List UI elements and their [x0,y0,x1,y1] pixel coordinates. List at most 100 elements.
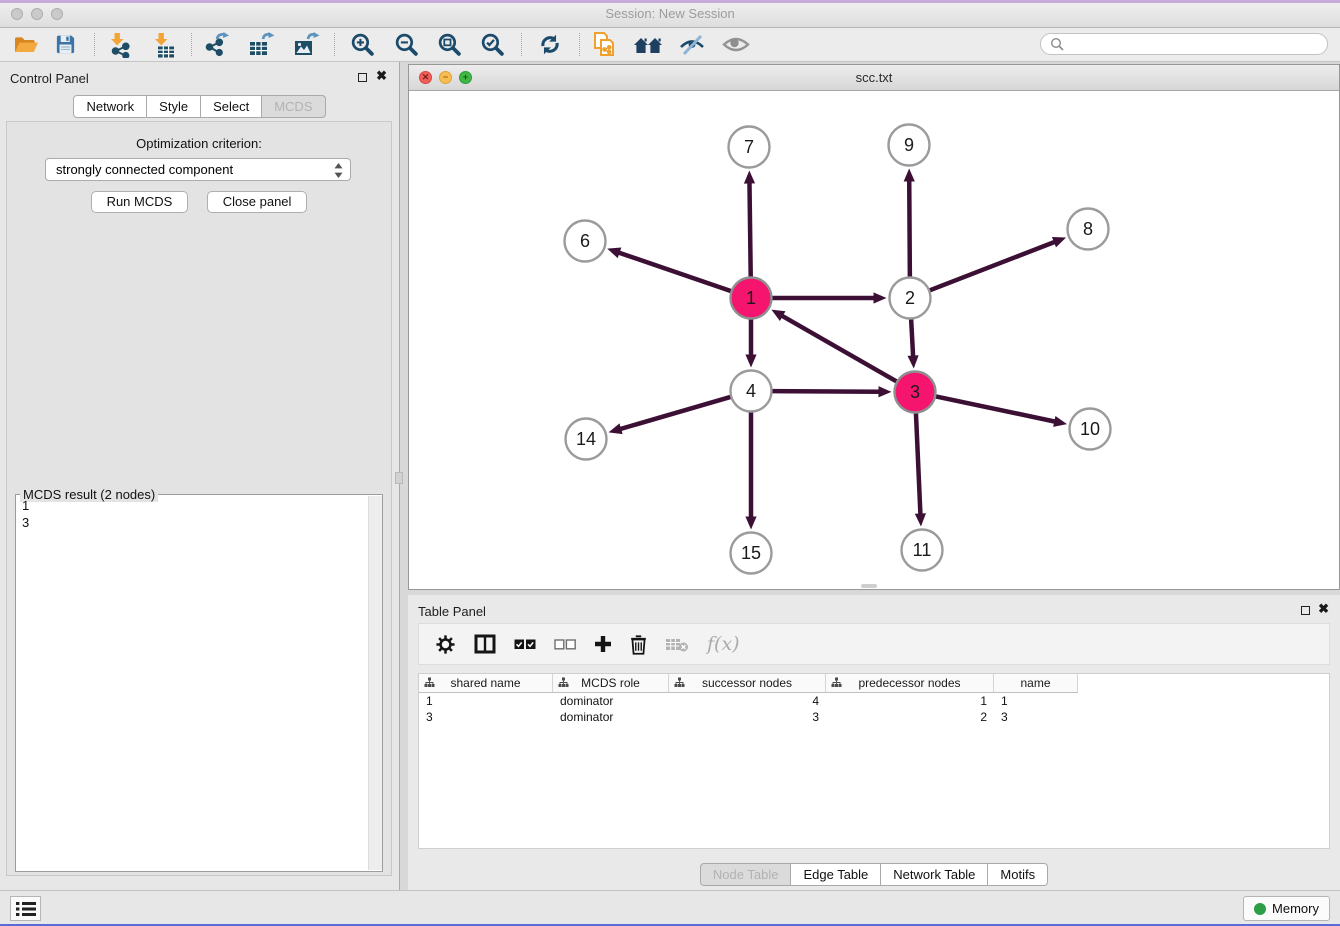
canvas-scroll-handle[interactable] [861,584,877,588]
table-cell[interactable]: 3 [994,710,1078,724]
table-cell[interactable]: 4 [669,694,826,708]
export-image-button[interactable] [290,31,322,58]
table-cell[interactable]: 3 [419,710,553,724]
float-panel-icon[interactable] [358,73,367,82]
graph-edge-4-14[interactable] [619,396,732,429]
tab-edge-table[interactable]: Edge Table [791,863,881,886]
apply-layout-button[interactable] [534,31,566,58]
panel-split-handle[interactable] [395,472,403,484]
mcds-result-item[interactable]: 3 [16,514,368,531]
run-mcds-button[interactable]: Run MCDS [91,191,189,213]
graph-node-label-10: 10 [1080,419,1100,439]
zoom-fit-button[interactable] [433,31,465,58]
graph-edge-1-6[interactable] [618,252,733,291]
mcds-result-box: MCDS result (2 nodes) 13 [15,494,383,872]
column-header-name[interactable]: name [994,674,1078,693]
column-header-label: name [1020,676,1050,690]
window-zoom-button[interactable] [51,8,63,20]
table-settings-button[interactable] [435,634,456,655]
export-network-button[interactable] [201,31,233,58]
import-table-icon [151,32,176,58]
control-panel-tabs: NetworkStyleSelectMCDS [0,95,399,118]
graph-node-label-14: 14 [576,429,596,449]
memory-status-icon [1254,903,1266,915]
window-minimize-button[interactable] [31,8,43,20]
hide-selected-button[interactable] [676,31,708,58]
graph-edge-3-11[interactable] [916,411,921,515]
tab-node-table[interactable]: Node Table [700,863,792,886]
node-table-header: shared nameMCDS rolesuccessor nodesprede… [419,674,1329,693]
list-icon [16,901,36,917]
network-window-minimize-button[interactable]: − [439,71,452,84]
tab-mcds[interactable]: MCDS [262,95,325,118]
optimization-criterion-select[interactable]: strongly connected component [45,158,351,181]
network-graph[interactable]: 7968124314101511 [409,91,1339,589]
export-table-button[interactable] [245,31,277,58]
column-header-successor-nodes[interactable]: successor nodes [669,674,826,693]
tab-style[interactable]: Style [147,95,201,118]
column-header-predecessor-nodes[interactable]: predecessor nodes [826,674,994,693]
first-neighbors-button[interactable] [632,31,664,58]
table-cell[interactable]: dominator [553,710,669,724]
node-table-body: 1dominator4113dominator323 [419,693,1329,725]
network-window-close-button[interactable]: ✕ [419,71,432,84]
tab-network-table[interactable]: Network Table [881,863,988,886]
graph-edge-2-3[interactable] [911,317,913,357]
graph-edge-3-10[interactable] [934,396,1056,422]
copy-network-button[interactable] [589,31,621,58]
window-close-button[interactable] [11,8,23,20]
delete-column-button[interactable] [630,634,647,655]
tab-network[interactable]: Network [73,95,147,118]
mcds-result-scrollbar[interactable] [368,496,382,870]
zoom-in-button[interactable] [346,31,378,58]
select-all-columns-button[interactable] [514,639,536,650]
tab-select[interactable]: Select [201,95,262,118]
float-table-panel-icon[interactable] [1301,606,1310,615]
save-session-button[interactable] [49,31,81,58]
control-panel: Control Panel ✖ NetworkStyleSelectMCDS O… [0,62,400,890]
memory-button[interactable]: Memory [1243,896,1330,921]
table-row[interactable]: 1dominator411 [419,693,1329,709]
graph-edge-3-1[interactable] [781,315,898,382]
close-panel-button[interactable]: Close panel [207,191,308,213]
network-canvas[interactable]: 7968124314101511 [409,91,1339,589]
table-row[interactable]: 3dominator323 [419,709,1329,725]
add-column-button[interactable] [594,635,612,653]
column-header-shared-name[interactable]: shared name [419,674,553,693]
open-session-button[interactable] [10,31,42,58]
search-input[interactable] [1069,36,1318,52]
table-cell[interactable]: 3 [669,710,826,724]
mcds-result-item[interactable]: 1 [16,497,368,514]
table-cell[interactable]: 1 [994,694,1078,708]
gear-icon [435,634,456,655]
table-cell[interactable]: 1 [826,694,994,708]
show-all-button[interactable] [720,31,752,58]
copy-network-icon [592,31,618,58]
graph-node-label-11: 11 [913,540,932,560]
network-window-zoom-button[interactable]: + [459,71,472,84]
optimization-criterion-label: Optimization criterion: [7,136,391,151]
graph-edge-4-3[interactable] [770,391,880,392]
delete-table-button[interactable] [665,636,689,653]
import-table-button[interactable] [147,31,179,58]
table-cell[interactable]: 1 [419,694,553,708]
close-panel-icon[interactable]: ✖ [376,68,387,84]
graph-node-label-6: 6 [580,231,590,251]
graph-edge-2-9[interactable] [909,179,910,278]
graph-edge-2-8[interactable] [928,241,1056,290]
import-network-button[interactable] [103,31,135,58]
zoom-selected-button[interactable] [476,31,508,58]
column-header-mcds-role[interactable]: MCDS role [553,674,669,693]
export-table-icon [248,32,275,57]
toolbar-separator [521,33,522,56]
unselect-all-columns-button[interactable] [554,639,576,650]
zoom-out-button[interactable] [390,31,422,58]
task-history-button[interactable] [10,896,41,921]
table-cell[interactable]: 2 [826,710,994,724]
table-cell[interactable]: dominator [553,694,669,708]
apply-function-button[interactable]: f(x) [707,633,740,655]
close-table-panel-icon[interactable]: ✖ [1318,601,1329,617]
tab-motifs[interactable]: Motifs [988,863,1048,886]
show-columns-button[interactable] [474,634,496,654]
graph-edge-1-7[interactable] [749,181,750,278]
